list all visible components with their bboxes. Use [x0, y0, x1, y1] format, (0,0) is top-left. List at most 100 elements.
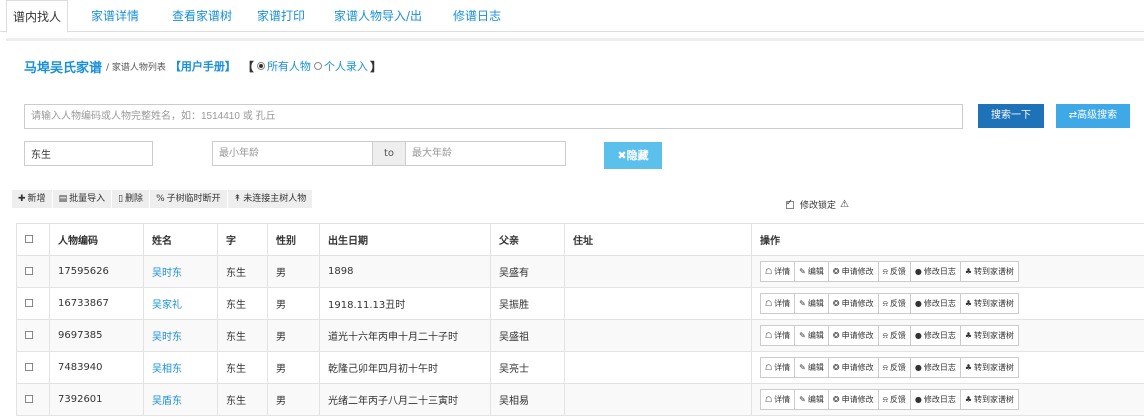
- link-icon: %: [156, 194, 165, 204]
- edit-log-button[interactable]: ● 修改日志: [909, 293, 961, 314]
- row-actions: ☖ 详情 ✎ 编辑 ❂ 申请修改 ⍾ 反馈 ● 修改日志 ♣ 转到家谱树: [751, 255, 1144, 288]
- details-button[interactable]: ☖ 详情: [760, 325, 796, 346]
- hide-button[interactable]: ✖隐藏: [604, 142, 662, 169]
- radio-personal-entry[interactable]: [313, 62, 322, 70]
- edit-button[interactable]: ✎ 编辑: [794, 293, 829, 314]
- tab-revision-log[interactable]: 修谱日志: [442, 0, 512, 32]
- col-header-father[interactable]: 父亲: [490, 223, 565, 256]
- edit-lock-checkbox[interactable]: [786, 198, 794, 209]
- min-age-input[interactable]: [212, 141, 373, 166]
- goto-tree-button[interactable]: ♣ 转到家谱树: [959, 293, 1020, 314]
- col-header-address[interactable]: 住址: [564, 223, 752, 256]
- tab-view-family-tree[interactable]: 查看家谱树: [160, 0, 244, 32]
- row-checkbox[interactable]: [25, 331, 33, 339]
- person-name[interactable]: 吴盾东: [143, 383, 218, 416]
- row-select-cell: [16, 319, 50, 352]
- unlinked-persons-button[interactable]: ↟ 未连接主树人物: [227, 190, 314, 208]
- feedback-button[interactable]: ⍾ 反馈: [877, 261, 911, 282]
- unlock-icon: ❂: [832, 363, 840, 372]
- add-button[interactable]: ✚ 新增: [12, 190, 53, 208]
- zi-input[interactable]: [24, 141, 153, 166]
- row-actions: ☖ 详情 ✎ 编辑 ❂ 申请修改 ⍾ 反馈 ● 修改日志 ♣ 转到家谱树: [751, 319, 1144, 352]
- delete-button[interactable]: ▯ 删除: [112, 190, 151, 208]
- goto-tree-button[interactable]: ♣ 转到家谱树: [959, 261, 1020, 282]
- radio-personal-label[interactable]: 个人录入: [324, 58, 368, 74]
- details-button[interactable]: ☖ 详情: [760, 261, 796, 282]
- request-edit-button[interactable]: ❂ 申请修改: [827, 357, 879, 378]
- row-select-cell: [16, 383, 50, 416]
- person-name[interactable]: 吴时东: [143, 255, 218, 288]
- page-title: 马埠吴氏家谱: [24, 60, 103, 76]
- row-checkbox[interactable]: [25, 267, 33, 275]
- users-icon: ☖: [765, 395, 773, 404]
- page-subtitle: / 家谱人物列表: [106, 62, 166, 73]
- edit-icon: ✎: [799, 267, 806, 276]
- edit-lock: 修改锁定 ⚠: [786, 198, 849, 211]
- goto-tree-button[interactable]: ♣ 转到家谱树: [959, 389, 1020, 410]
- search-button[interactable]: 搜索一下: [978, 104, 1044, 128]
- details-button[interactable]: ☖ 详情: [760, 389, 796, 410]
- tab-print-genealogy[interactable]: 家谱打印: [248, 0, 314, 32]
- person-gender: 男: [267, 319, 320, 352]
- request-edit-button[interactable]: ❂ 申请修改: [827, 293, 879, 314]
- edit-log-button[interactable]: ● 修改日志: [909, 325, 961, 346]
- col-header-name[interactable]: 姓名: [143, 223, 218, 256]
- edit-button[interactable]: ✎ 编辑: [794, 389, 829, 410]
- bracket-open: 【: [241, 59, 254, 74]
- col-header-gender[interactable]: 性别: [267, 223, 320, 256]
- request-edit-button[interactable]: ❂ 申请修改: [827, 389, 879, 410]
- person-name[interactable]: 吴相东: [143, 351, 218, 384]
- edit-button[interactable]: ✎ 编辑: [794, 261, 829, 282]
- edit-log-button[interactable]: ● 修改日志: [909, 357, 961, 378]
- row-checkbox[interactable]: [25, 395, 33, 403]
- person-name[interactable]: 吴家礼: [143, 287, 218, 320]
- radio-all-label[interactable]: 所有人物: [267, 58, 311, 74]
- person-father: 吴盛有: [490, 255, 565, 288]
- bell-icon: ⍾: [882, 299, 888, 308]
- edit-button[interactable]: ✎ 编辑: [794, 357, 829, 378]
- person-father: 吴亮士: [490, 351, 565, 384]
- goto-tree-button[interactable]: ♣ 转到家谱树: [959, 357, 1020, 378]
- disconnect-subtree-button[interactable]: % 子树临时断开: [150, 190, 228, 208]
- goto-tree-button[interactable]: ♣ 转到家谱树: [959, 325, 1020, 346]
- user-manual-link[interactable]: 【用户手册】: [170, 58, 236, 74]
- col-header-code[interactable]: 人物编码: [49, 223, 144, 256]
- request-edit-button[interactable]: ❂ 申请修改: [827, 325, 879, 346]
- max-age-input[interactable]: [405, 141, 566, 166]
- feedback-button[interactable]: ⍾ 反馈: [877, 357, 911, 378]
- edit-button[interactable]: ✎ 编辑: [794, 325, 829, 346]
- edit-log-button[interactable]: ● 修改日志: [909, 261, 961, 282]
- person-address: [564, 255, 752, 288]
- tab-genealogy-details[interactable]: 家谱详情: [80, 0, 150, 32]
- person-code: 7392601: [49, 383, 144, 416]
- radio-all-persons[interactable]: [256, 62, 265, 70]
- col-header-zi[interactable]: 字: [217, 223, 268, 256]
- tab-import-export[interactable]: 家谱人物导入/出: [326, 0, 430, 32]
- batch-import-button[interactable]: ▤ 批量导入: [52, 190, 113, 208]
- person-address: [564, 383, 752, 416]
- feedback-button[interactable]: ⍾ 反馈: [877, 389, 911, 410]
- person-gender: 男: [267, 287, 320, 320]
- search-input[interactable]: [24, 104, 963, 129]
- select-all-checkbox[interactable]: [25, 235, 33, 243]
- feedback-button[interactable]: ⍾ 反馈: [877, 293, 911, 314]
- request-edit-button[interactable]: ❂ 申请修改: [827, 261, 879, 282]
- feedback-button[interactable]: ⍾ 反馈: [877, 325, 911, 346]
- person-gender: 男: [267, 351, 320, 384]
- person-gender: 男: [267, 383, 320, 416]
- row-checkbox[interactable]: [25, 299, 33, 307]
- row-select-cell: [16, 255, 50, 288]
- comment-icon: ●: [914, 331, 922, 340]
- col-header-birth[interactable]: 出生日期: [319, 223, 491, 256]
- person-table: 人物编码 姓名 字 性别 出生日期 父亲 住址 操作 17595626 吴时东 东生…: [16, 223, 1144, 416]
- action-group: ☖ 详情 ✎ 编辑 ❂ 申请修改 ⍾ 反馈 ● 修改日志 ♣ 转到家谱树: [760, 389, 1144, 410]
- action-group: ☖ 详情 ✎ 编辑 ❂ 申请修改 ⍾ 反馈 ● 修改日志 ♣ 转到家谱树: [760, 357, 1144, 378]
- unlock-icon: ❂: [832, 395, 840, 404]
- edit-log-button[interactable]: ● 修改日志: [909, 389, 961, 410]
- advanced-search-button[interactable]: ⇄高级搜索: [1056, 104, 1130, 128]
- details-button[interactable]: ☖ 详情: [760, 357, 796, 378]
- row-checkbox[interactable]: [25, 363, 33, 371]
- details-button[interactable]: ☖ 详情: [760, 293, 796, 314]
- person-name[interactable]: 吴时东: [143, 319, 218, 352]
- tab-search-person[interactable]: 谱内找人: [6, 0, 68, 33]
